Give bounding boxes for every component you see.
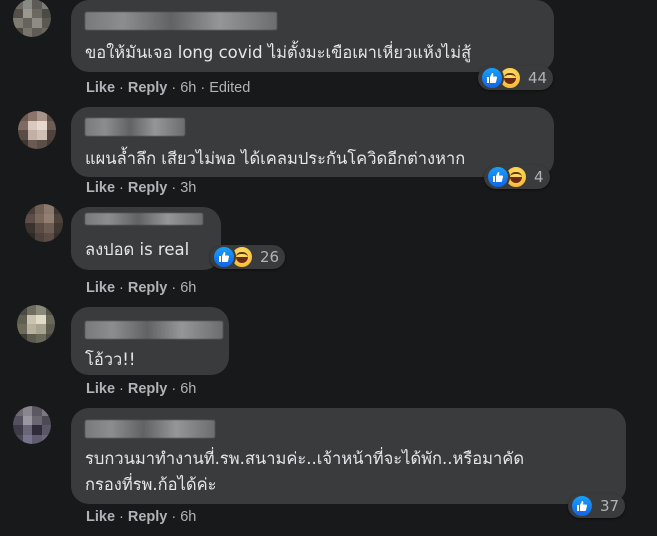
comment-bubble: ขอให้มันเจอ long covid ไม่ตั้งมะเขือเผาเ…	[71, 0, 554, 72]
reply-link[interactable]: Reply	[128, 381, 168, 397]
comment-text: รบกวนมาทำงานที่.รพ.สนามค่ะ..เจ้าหน้าที่จ…	[85, 449, 525, 494]
reaction-count: 4	[534, 168, 544, 186]
like-link[interactable]: Like	[86, 509, 115, 525]
avatar[interactable]	[18, 111, 56, 149]
commenter-name-redacted[interactable]	[85, 118, 185, 136]
reaction-summary[interactable]: 44	[478, 66, 554, 90]
like-icon	[212, 245, 236, 269]
commenter-name-redacted[interactable]	[85, 12, 277, 30]
reaction-count: 26	[260, 248, 280, 266]
comment-text: ลงปอด is real	[85, 240, 190, 259]
like-icon	[570, 494, 594, 518]
commenter-name-redacted[interactable]	[85, 213, 203, 225]
like-link[interactable]: Like	[86, 80, 115, 96]
comment-text: ขอให้มันเจอ long covid ไม่ตั้งมะเขือเผาเ…	[85, 43, 472, 62]
comment-bubble: รบกวนมาทำงานที่.รพ.สนามค่ะ..เจ้าหน้าที่จ…	[71, 408, 626, 504]
comment-actions: Like · Reply · 6h	[86, 280, 197, 296]
comment-actions: Like · Reply · 6h	[86, 509, 197, 525]
avatar[interactable]	[17, 305, 55, 343]
edited-label[interactable]: Edited	[209, 80, 250, 96]
reply-link[interactable]: Reply	[128, 509, 168, 525]
like-icon	[480, 66, 504, 90]
timestamp[interactable]: 6h	[180, 509, 196, 525]
timestamp[interactable]: 6h	[180, 280, 196, 296]
comment-actions: Like · Reply · 3h	[86, 180, 197, 196]
reply-link[interactable]: Reply	[128, 180, 168, 196]
comment-bubble: แผนล้ำลึก เสียวไม่พอ ได้เคลมประกันโควิดอ…	[71, 107, 554, 177]
reaction-summary[interactable]: 4	[484, 165, 550, 189]
reply-link[interactable]: Reply	[128, 80, 168, 96]
avatar[interactable]	[13, 0, 51, 37]
timestamp[interactable]: 3h	[180, 180, 196, 196]
like-link[interactable]: Like	[86, 280, 115, 296]
like-icon	[486, 165, 510, 189]
comment-actions: Like · Reply · 6h	[86, 381, 197, 397]
reply-link[interactable]: Reply	[128, 280, 168, 296]
reaction-count: 37	[600, 497, 620, 515]
comment-text: โอ้วว!!	[85, 350, 136, 369]
reaction-count: 44	[528, 69, 548, 87]
reaction-summary[interactable]: 26	[210, 245, 286, 269]
comment-actions: Like · Reply · 6h · Edited	[86, 80, 251, 96]
timestamp[interactable]: 6h	[180, 80, 196, 96]
avatar[interactable]	[13, 406, 51, 444]
avatar[interactable]	[25, 204, 63, 242]
reaction-summary[interactable]: 37	[568, 494, 626, 518]
comment-bubble: ลงปอด is real	[71, 207, 221, 270]
comment-text: แผนล้ำลึก เสียวไม่พอ ได้เคลมประกันโควิดอ…	[85, 149, 466, 168]
commenter-name-redacted[interactable]	[85, 420, 215, 438]
comment-bubble: โอ้วว!!	[71, 307, 229, 375]
like-link[interactable]: Like	[86, 381, 115, 397]
commenter-name-redacted[interactable]	[85, 321, 223, 339]
timestamp[interactable]: 6h	[180, 381, 196, 397]
like-link[interactable]: Like	[86, 180, 115, 196]
